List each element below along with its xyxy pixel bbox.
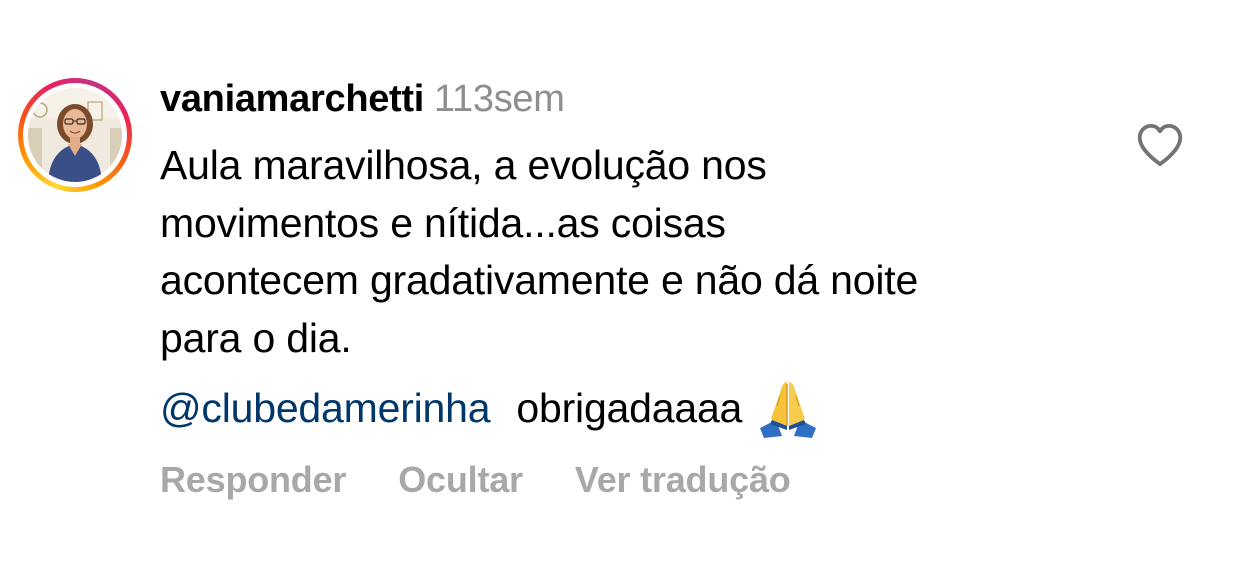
comment-text-line: acontecem gradativamente e não dá noite — [160, 257, 919, 303]
heart-outline-icon — [1137, 123, 1183, 167]
comment-text-line: para o dia. — [160, 314, 352, 361]
comment-timestamp: 113sem — [434, 78, 565, 120]
comment-reply-line: @clubedamerinha obrigadaaaa — [160, 378, 820, 438]
avatar-ring-gap — [23, 83, 127, 187]
mention-link[interactable]: @clubedamerinha — [160, 385, 491, 432]
pray-emoji-icon — [756, 376, 820, 440]
reply-text: obrigadaaaa — [516, 384, 743, 431]
avatar — [28, 88, 122, 182]
avatar-photo-icon — [28, 88, 122, 182]
translate-button[interactable]: Ver tradução — [575, 459, 791, 501]
comment-text: Aula maravilhosa, a evolução nos movimen… — [160, 137, 1120, 367]
reply-button[interactable]: Responder — [160, 459, 346, 501]
like-button[interactable] — [1133, 118, 1187, 172]
comment-header: vaniamarchetti 113sem — [160, 78, 565, 128]
comment-actions: Responder Ocultar Ver tradução — [160, 454, 843, 506]
comment-text-line: Aula maravilhosa, a evolução nos — [160, 142, 767, 188]
username-link[interactable]: vaniamarchetti — [160, 78, 424, 121]
avatar-story-ring[interactable] — [18, 78, 132, 192]
hide-button[interactable]: Ocultar — [398, 459, 523, 501]
comment-text-line: movimentos e nítida...as coisas — [160, 199, 726, 246]
comment-item: vaniamarchetti 113sem Aula maravilhosa, … — [0, 0, 1242, 566]
